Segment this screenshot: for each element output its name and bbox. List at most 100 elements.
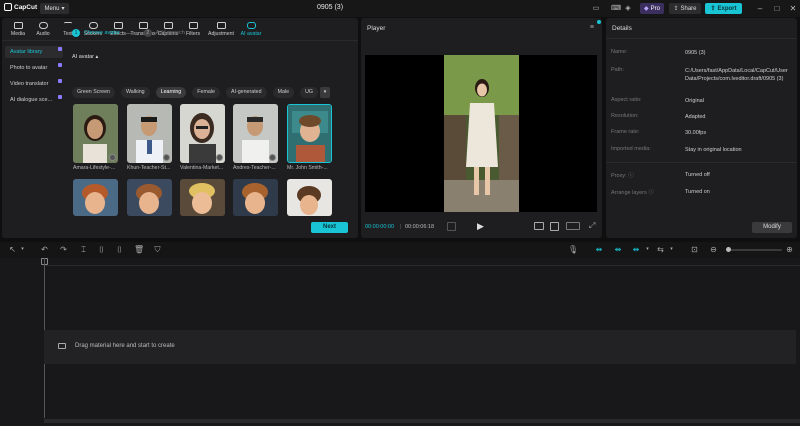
microphone-icon[interactable]: 🎙 (568, 245, 578, 254)
avatar-card-cartoon-4[interactable] (233, 179, 278, 216)
download-icon[interactable] (216, 154, 223, 161)
chevron-up-icon: ▴ (95, 54, 99, 60)
redo-icon[interactable]: ↷ (59, 245, 68, 254)
sidenav-label: AI dialogue sce... (10, 97, 53, 103)
avatar-thumbnail (73, 179, 118, 216)
preview-axis-icon[interactable]: ⇆ (656, 245, 665, 254)
avatar-card-valentina[interactable] (180, 104, 225, 163)
timeline-ruler[interactable] (44, 258, 800, 266)
ratio-icon[interactable] (566, 222, 580, 230)
detail-row-path: Path: C:/Users/fast/AppData/Local/CapCut/… (611, 67, 788, 82)
share-button[interactable]: ⇪ Share (669, 3, 701, 14)
chip-ug[interactable]: UG (300, 87, 319, 98)
step-2-number: 2 (143, 29, 152, 37)
export-button[interactable]: ⇧ Export (705, 3, 742, 14)
filters-icon (188, 21, 198, 29)
step-divider (125, 32, 138, 34)
download-icon[interactable] (163, 154, 170, 161)
details-divider (606, 38, 797, 39)
side-nav: Avatar library Photo to avatar Video tra… (5, 46, 65, 110)
sidenav-item-avatar-library[interactable]: Avatar library (5, 46, 63, 58)
step-2-label[interactable]: Add speech (156, 30, 185, 36)
chip-green-screen[interactable]: Green Screen (72, 87, 115, 98)
media-icon (13, 21, 23, 29)
split-left-icon[interactable]: ⌷ (97, 245, 106, 254)
link-clips-icon[interactable]: ⇹ (611, 245, 625, 254)
avatar-card-cartoon-5[interactable] (287, 179, 332, 216)
select-cursor-icon[interactable]: ↖ (8, 245, 17, 254)
detail-value: Adapted (685, 114, 706, 120)
split-icon[interactable]: ⌶ (79, 245, 88, 254)
chip-ai-generated[interactable]: AI-generated (225, 87, 267, 98)
detail-label: Imported media: (611, 146, 651, 152)
avatar-card-cartoon-2[interactable] (127, 179, 172, 216)
shortcut-icon[interactable]: ⌨ (610, 3, 622, 14)
sidenav-item-ai-dialogue[interactable]: AI dialogue sce... (5, 94, 63, 106)
details-title: Details (612, 25, 632, 32)
tool-label: Adjustment (208, 30, 234, 37)
quality-icon[interactable] (534, 222, 544, 230)
tool-adjustment[interactable]: Adjustment (206, 18, 236, 40)
delete-icon[interactable]: 🗑 (134, 245, 144, 254)
chevron-down-icon[interactable]: ▾ (643, 245, 652, 254)
next-button[interactable]: Next (311, 222, 348, 233)
avatar-card-cartoon-3[interactable] (180, 179, 225, 216)
close-icon[interactable]: ✕ (787, 3, 799, 14)
ai-avatar-heading[interactable]: AI avatar ▴ (72, 54, 98, 60)
fit-icon[interactable]: ⊡ (690, 245, 699, 254)
layout-icon[interactable]: ▭ (590, 3, 602, 14)
chip-female[interactable]: Female (192, 87, 220, 98)
zoom-in-icon[interactable]: ⊕ (785, 245, 794, 254)
chevron-down-icon[interactable]: ▾ (18, 245, 27, 254)
maximize-icon[interactable]: □ (771, 3, 783, 14)
snap-icon[interactable]: ⇹ (629, 245, 643, 254)
detail-value: Stay in original location (685, 147, 742, 153)
avatar-card-john-smith[interactable] (287, 104, 332, 163)
download-icon[interactable] (109, 154, 116, 161)
menu-lines-icon[interactable]: ≡ (590, 24, 594, 31)
share-icon: ⇪ (673, 6, 679, 12)
detail-label: Proxy: (611, 173, 627, 179)
sidenav-item-video-translator[interactable]: Video translator (5, 78, 63, 90)
zoom-out-icon[interactable]: ⊖ (709, 245, 718, 254)
zoom-slider[interactable] (726, 247, 782, 252)
timeline-scrollbar[interactable] (44, 419, 800, 423)
avatar-card-cartoon-1[interactable] (73, 179, 118, 216)
avatar-thumbnail (233, 179, 278, 216)
avatar-thumbnail (180, 179, 225, 216)
tool-audio[interactable]: Audio (31, 18, 55, 40)
pro-button[interactable]: ◆ Pro (640, 3, 664, 14)
zoom-slider-handle[interactable] (726, 247, 731, 252)
split-right-icon[interactable]: ⌷ (115, 245, 124, 254)
link-main-track-icon[interactable]: ⇹ (592, 245, 606, 254)
export-label: Export (717, 5, 737, 12)
project-title: 0905 (3) (316, 4, 344, 11)
chevron-down-icon[interactable]: ▾ (320, 87, 331, 98)
crop-icon[interactable] (550, 222, 559, 231)
tool-ai-avatar[interactable]: AI avatar (237, 18, 265, 40)
download-icon[interactable] (269, 154, 276, 161)
tool-media[interactable]: Media (6, 18, 30, 40)
chip-learning[interactable]: Learning (155, 87, 187, 98)
chip-walking[interactable]: Walking (120, 87, 150, 98)
undo-icon[interactable]: ↶ (40, 245, 49, 254)
minimize-icon[interactable]: – (754, 3, 766, 14)
avatar-card-amara[interactable] (73, 104, 118, 163)
avatar-thumbnail (288, 105, 331, 162)
sidenav-item-photo-to-avatar[interactable]: Photo to avatar (5, 62, 63, 74)
detail-label: Resolution: (611, 113, 639, 119)
step-1-label[interactable]: Choose avatar (84, 30, 120, 36)
chevron-down-icon[interactable]: ▾ (667, 245, 676, 254)
shield-icon[interactable]: ⛉ (153, 245, 162, 254)
detail-row-proxy: Proxy: ⓘ Turned off (611, 171, 710, 179)
avatar-card-khun[interactable] (127, 104, 172, 163)
pro-label: Pro (650, 5, 660, 12)
avatar-card-andres[interactable] (233, 104, 278, 163)
fullscreen-icon[interactable]: ⤢ (589, 221, 595, 231)
modify-button[interactable]: Modify (752, 222, 792, 233)
player-title: Player (367, 25, 386, 32)
adjustment-icon (216, 21, 226, 29)
play-icon[interactable]: ▶ (477, 221, 484, 232)
chip-male[interactable]: Male (272, 87, 295, 98)
timeline-mode-icon[interactable] (447, 222, 456, 231)
